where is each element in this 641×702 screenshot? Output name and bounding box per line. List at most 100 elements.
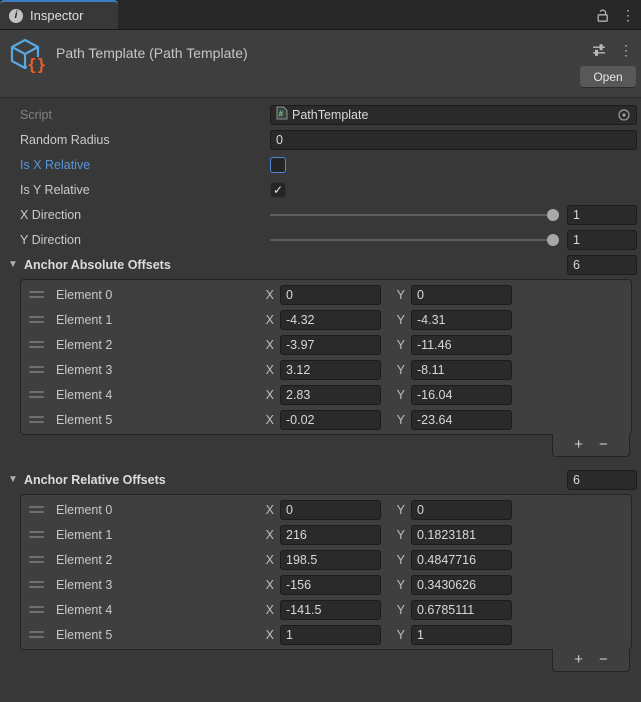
element-y-field[interactable]: 0.3430626: [411, 574, 512, 595]
drag-handle-icon[interactable]: [29, 316, 44, 323]
is-y-relative-label: Is Y Relative: [20, 182, 90, 197]
script-label: Script: [20, 107, 52, 122]
element-x-field[interactable]: 0: [280, 499, 381, 520]
x-axis-label: X: [265, 387, 274, 402]
element-x-field[interactable]: 3.12: [280, 359, 381, 380]
element-label: Element 1: [56, 312, 113, 327]
relative-offsets-footer: + −: [552, 649, 630, 672]
is-x-relative-label: Is X Relative: [20, 157, 91, 172]
svg-text:{}: {}: [27, 55, 46, 74]
element-y-field[interactable]: -16.04: [411, 384, 512, 405]
is-y-relative-checkbox[interactable]: ✓: [270, 181, 286, 198]
remove-element-button[interactable]: −: [599, 651, 608, 669]
drag-handle-icon[interactable]: [29, 531, 44, 538]
element-y-field[interactable]: 0.6785111: [411, 599, 512, 620]
relative-offsets-title: Anchor Relative Offsets: [24, 472, 166, 487]
unlock-icon[interactable]: [595, 8, 610, 23]
element-label: Element 2: [56, 552, 113, 567]
element-x-field[interactable]: 216: [280, 524, 381, 545]
list-element-row[interactable]: Element 4 X 2.83 Y -16.04: [21, 382, 631, 407]
random-radius-field[interactable]: 0: [270, 129, 637, 150]
relative-offsets-size-field[interactable]: 6: [567, 469, 637, 490]
element-x-field[interactable]: -141.5: [280, 599, 381, 620]
add-element-button[interactable]: +: [574, 436, 583, 454]
drag-handle-icon[interactable]: [29, 606, 44, 613]
absolute-offsets-foldout[interactable]: ▼ Anchor Absolute Offsets 6: [0, 252, 641, 277]
list-element-row[interactable]: Element 1 X 216 Y 0.1823181: [21, 522, 631, 547]
element-x-field[interactable]: 1: [280, 624, 381, 645]
checkmark-icon: ✓: [272, 182, 284, 197]
element-y-field[interactable]: 0.4847716: [411, 549, 512, 570]
presets-icon[interactable]: [591, 42, 607, 58]
x-direction-slider-knob[interactable]: [547, 208, 559, 221]
add-element-button[interactable]: +: [574, 651, 583, 669]
absolute-offsets-size-field[interactable]: 6: [567, 254, 637, 275]
drag-handle-icon[interactable]: [29, 416, 44, 423]
element-y-field[interactable]: 0.1823181: [411, 524, 512, 545]
drag-handle-icon[interactable]: [29, 291, 44, 298]
drag-handle-icon[interactable]: [29, 581, 44, 588]
list-element-row[interactable]: Element 0 X 0 Y 0: [21, 497, 631, 522]
x-direction-field[interactable]: 1: [567, 204, 637, 225]
element-label: Element 3: [56, 577, 113, 592]
x-axis-label: X: [265, 412, 274, 427]
is-x-relative-checkbox[interactable]: [270, 156, 286, 173]
element-x-field[interactable]: -156: [280, 574, 381, 595]
element-y-field[interactable]: 0: [411, 499, 512, 520]
element-y-field[interactable]: -4.31: [411, 309, 512, 330]
list-element-row[interactable]: Element 3 X -156 Y 0.3430626: [21, 572, 631, 597]
x-axis-label: X: [265, 312, 274, 327]
absolute-offsets-footer: + −: [552, 434, 630, 457]
element-x-field[interactable]: 198.5: [280, 549, 381, 570]
script-object-value: PathTemplate: [292, 107, 369, 122]
element-label: Element 5: [56, 412, 113, 427]
element-x-field[interactable]: 2.83: [280, 384, 381, 405]
element-x-field[interactable]: 0: [280, 284, 381, 305]
y-axis-label: Y: [396, 502, 405, 517]
open-button[interactable]: Open: [580, 66, 636, 87]
foldout-arrow-icon[interactable]: ▼: [8, 259, 24, 270]
y-axis-label: Y: [396, 527, 405, 542]
object-picker-icon[interactable]: [617, 108, 631, 122]
element-x-field[interactable]: -4.32: [280, 309, 381, 330]
remove-element-button[interactable]: −: [599, 436, 608, 454]
list-element-row[interactable]: Element 0 X 0 Y 0: [21, 282, 631, 307]
x-direction-slider[interactable]: [270, 208, 559, 221]
element-x-field[interactable]: -3.97: [280, 334, 381, 355]
component-menu-icon[interactable]: ⋮: [619, 43, 633, 57]
element-y-field[interactable]: -23.64: [411, 409, 512, 430]
y-direction-field[interactable]: 1: [567, 229, 637, 250]
drag-handle-icon[interactable]: [29, 506, 44, 513]
drag-handle-icon[interactable]: [29, 391, 44, 398]
y-direction-slider-knob[interactable]: [547, 233, 559, 246]
info-icon: i: [9, 8, 23, 23]
list-element-row[interactable]: Element 4 X -141.5 Y 0.6785111: [21, 597, 631, 622]
list-element-row[interactable]: Element 3 X 3.12 Y -8.11: [21, 357, 631, 382]
x-direction-row: X Direction 1: [0, 202, 641, 227]
tab-inspector[interactable]: i Inspector: [0, 0, 118, 29]
list-element-row[interactable]: Element 5 X 1 Y 1: [21, 622, 631, 647]
y-direction-slider[interactable]: [270, 233, 559, 246]
element-label: Element 4: [56, 602, 113, 617]
drag-handle-icon[interactable]: [29, 631, 44, 638]
list-element-row[interactable]: Element 2 X 198.5 Y 0.4847716: [21, 547, 631, 572]
y-axis-label: Y: [396, 602, 405, 617]
script-object-field[interactable]: # PathTemplate: [270, 104, 637, 125]
element-y-field[interactable]: -8.11: [411, 359, 512, 380]
relative-offsets-foldout[interactable]: ▼ Anchor Relative Offsets 6: [0, 467, 641, 492]
list-element-row[interactable]: Element 5 X -0.02 Y -23.64: [21, 407, 631, 432]
element-y-field[interactable]: 1: [411, 624, 512, 645]
element-y-field[interactable]: -11.46: [411, 334, 512, 355]
window-menu-icon[interactable]: ⋮: [621, 8, 635, 22]
x-axis-label: X: [265, 552, 274, 567]
element-x-field[interactable]: -0.02: [280, 409, 381, 430]
x-direction-label: X Direction: [20, 207, 82, 222]
foldout-arrow-icon[interactable]: ▼: [8, 474, 24, 485]
list-element-row[interactable]: Element 2 X -3.97 Y -11.46: [21, 332, 631, 357]
drag-handle-icon[interactable]: [29, 556, 44, 563]
element-y-field[interactable]: 0: [411, 284, 512, 305]
drag-handle-icon[interactable]: [29, 366, 44, 373]
element-label: Element 2: [56, 337, 113, 352]
drag-handle-icon[interactable]: [29, 341, 44, 348]
list-element-row[interactable]: Element 1 X -4.32 Y -4.31: [21, 307, 631, 332]
